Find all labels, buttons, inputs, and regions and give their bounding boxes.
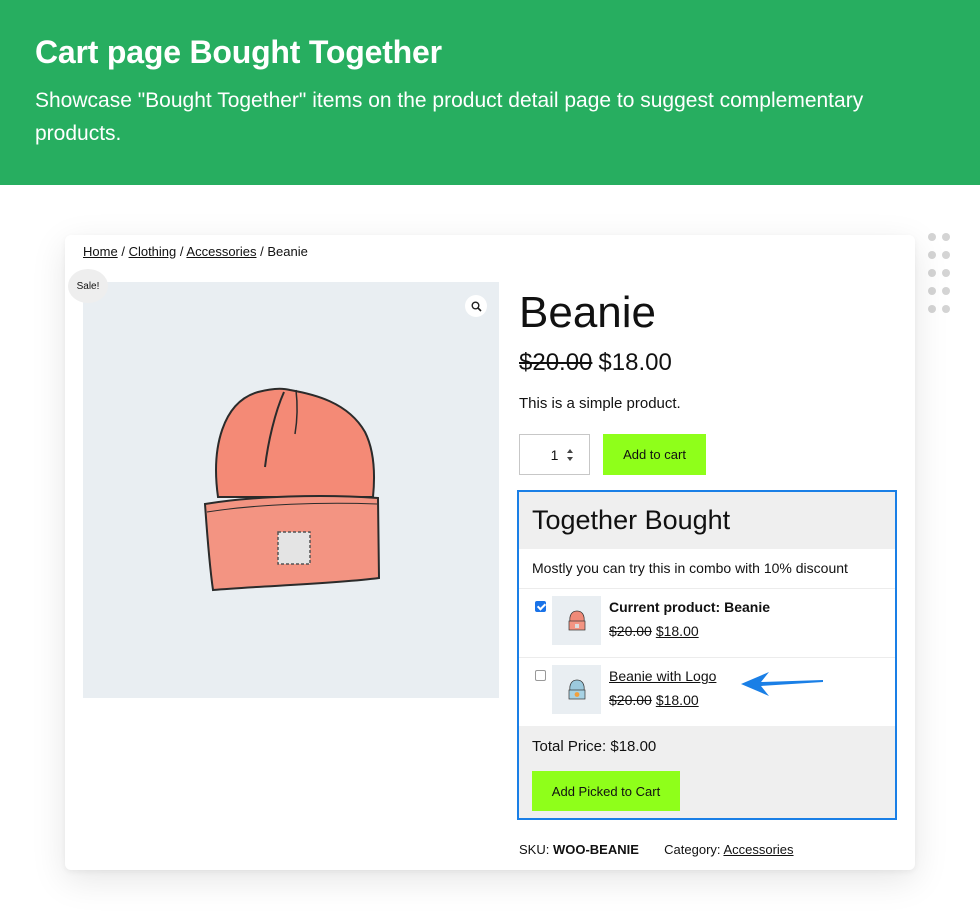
total-value: $18.00 xyxy=(610,738,657,755)
breadcrumb-separator: / xyxy=(121,244,125,259)
total-label: Total Price: xyxy=(532,738,607,755)
category-label: Category: xyxy=(664,842,721,857)
banner-title: Cart page Bought Together xyxy=(35,34,442,70)
product-screenshot-card: Home / Clothing / Accessories / Beanie S… xyxy=(65,235,915,870)
breadcrumb-clothing[interactable]: Clothing xyxy=(129,244,177,259)
item-name: Current product: Beanie xyxy=(609,599,771,615)
sku-value: WOO-BEANIE xyxy=(552,842,639,857)
total-price: Total Price: $18.00 xyxy=(532,738,656,755)
header-banner: Cart page Bought Together Showcase "Boug… xyxy=(0,0,980,185)
product-image[interactable] xyxy=(83,282,499,698)
old-price: $20.00 xyxy=(519,349,593,376)
category-link[interactable]: Accessories xyxy=(723,842,793,857)
breadcrumb: Home / Clothing / Accessories / Beanie xyxy=(83,244,308,259)
quantity-stepper[interactable]: 1 xyxy=(519,434,590,475)
stepper-arrows-icon[interactable] xyxy=(566,447,574,463)
breadcrumb-separator: / xyxy=(260,244,264,259)
together-bought-footer: Total Price: $18.00 Add Picked to Cart xyxy=(519,726,895,818)
item-prices: $20.00 $18.00 xyxy=(609,623,699,639)
list-item: Beanie with Logo $20.00 $18.00 xyxy=(519,658,895,727)
product-description: This is a simple product. xyxy=(519,395,681,412)
sku-label: SKU: xyxy=(519,842,550,857)
product-meta: SKU: WOO-BEANIE Category: Accessories xyxy=(519,842,794,857)
sale-badge: Sale! xyxy=(68,269,108,303)
item-checkbox[interactable] xyxy=(535,601,546,612)
item-new-price: $18.00 xyxy=(655,692,699,708)
item-link[interactable]: Beanie with Logo xyxy=(609,668,716,684)
item-new-price: $18.00 xyxy=(655,623,699,639)
quantity-value: 1 xyxy=(550,446,559,463)
product-price: $20.00 $18.00 xyxy=(519,349,672,377)
together-bought-subheading: Mostly you can try this in combo with 10… xyxy=(519,549,895,589)
item-old-price: $20.00 xyxy=(609,623,652,639)
banner-subtitle: Showcase "Bought Together" items on the … xyxy=(35,89,864,145)
list-item: Current product: Beanie $20.00 $18.00 xyxy=(519,589,895,658)
together-bought-panel: Together Bought Mostly you can try this … xyxy=(517,490,897,820)
breadcrumb-separator: / xyxy=(179,244,184,259)
item-checkbox[interactable] xyxy=(535,670,546,681)
item-thumbnail xyxy=(552,596,601,645)
beanie-illustration xyxy=(203,387,381,592)
item-thumbnail xyxy=(552,665,601,714)
zoom-icon[interactable] xyxy=(465,295,487,317)
new-price: $18.00 xyxy=(598,349,672,376)
item-old-price: $20.00 xyxy=(609,692,652,708)
add-picked-to-cart-button[interactable]: Add Picked to Cart xyxy=(532,771,680,811)
add-to-cart-button[interactable]: Add to cart xyxy=(603,434,706,475)
breadcrumb-accessories[interactable]: Accessories xyxy=(186,244,256,259)
pointer-arrow-icon xyxy=(741,672,823,696)
together-bought-heading: Together Bought xyxy=(519,492,895,549)
product-title: Beanie xyxy=(519,288,657,337)
breadcrumb-current: Beanie xyxy=(267,244,308,259)
item-prices: $20.00 $18.00 xyxy=(609,692,699,708)
breadcrumb-home[interactable]: Home xyxy=(83,244,118,259)
